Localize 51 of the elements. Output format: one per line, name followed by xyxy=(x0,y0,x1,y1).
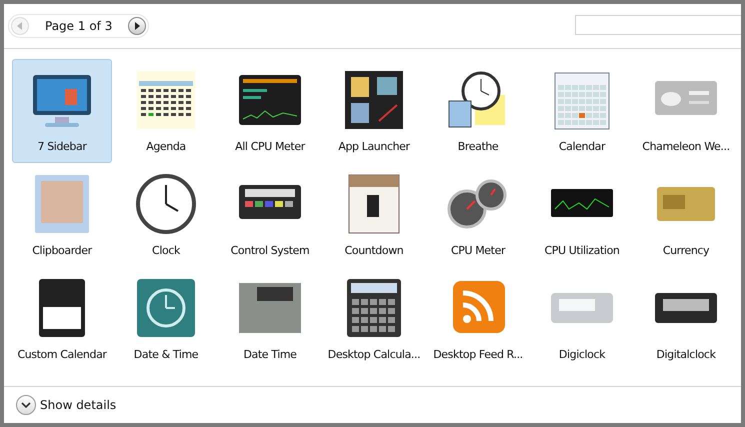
gadget-name: Clock xyxy=(152,244,180,257)
right-arrow-icon xyxy=(133,22,142,30)
show-details-label: Show details xyxy=(40,398,116,412)
page-indicator: Page 1 of 3 xyxy=(44,19,114,33)
gadget-name: CPU Meter xyxy=(450,244,506,257)
gadget-name: 7 Sidebar xyxy=(38,140,86,153)
gadget-tile[interactable]: Clipboarder xyxy=(12,163,112,267)
gadget-name: All CPU Meter xyxy=(235,140,305,153)
gadget-tile[interactable]: Date & Time xyxy=(116,267,216,371)
gadget-tile[interactable]: Desktop Calcula... xyxy=(324,267,424,371)
gadget-tile[interactable]: Control System xyxy=(220,163,320,267)
gadget-name: Agenda xyxy=(146,140,186,153)
gadget-tile[interactable]: Desktop Feed R... xyxy=(428,267,528,371)
gadget-tile[interactable]: Clock xyxy=(116,163,216,267)
gadget-name: Calendar xyxy=(558,140,606,153)
gadget-tile[interactable]: Calendar xyxy=(532,59,632,163)
gadget-name: Countdown xyxy=(344,244,404,257)
gadget-tile[interactable]: Custom Calendar xyxy=(12,267,112,371)
gadget-name: Breathe xyxy=(458,140,498,153)
chevron-icon xyxy=(21,401,31,409)
clock-icon xyxy=(133,173,199,235)
gadget-name: Digitalclock xyxy=(656,348,716,361)
gadget-tile[interactable]: CPU Utilization xyxy=(532,163,632,267)
left-arrow-icon xyxy=(16,22,24,30)
gadget-name: Desktop Calcula... xyxy=(328,348,420,361)
gadget-name: Custom Calendar xyxy=(17,348,107,361)
gadget-tile[interactable]: Date Time xyxy=(220,267,320,371)
gadget-tile[interactable]: CPU Meter xyxy=(428,163,528,267)
gadget-name: Chameleon We... xyxy=(642,140,730,153)
gadget-name: Currency xyxy=(662,244,710,257)
gadget-tile[interactable]: Breathe xyxy=(428,59,528,163)
gadget-tile[interactable]: Currency xyxy=(636,163,736,267)
gadget-tile[interactable]: Digitalclock xyxy=(636,267,736,371)
gadget-name: Clipboarder xyxy=(32,244,92,257)
gadget-tile[interactable]: All CPU Meter xyxy=(220,59,320,163)
gadget-name: Control System xyxy=(230,244,310,257)
gadget-tile[interactable]: Countdown xyxy=(324,163,424,267)
gadget-tile[interactable]: 7 Sidebar xyxy=(12,59,112,163)
gadget-name: Digiclock xyxy=(558,348,606,361)
gadget-tile[interactable]: Chameleon We... xyxy=(636,59,736,163)
gadget-name: App Launcher xyxy=(338,140,410,153)
gadget-name: Date & Time xyxy=(134,348,198,361)
gadget-tile[interactable]: App Launcher xyxy=(324,59,424,163)
gadget-tile[interactable]: Agenda xyxy=(116,59,216,163)
expand-button[interactable] xyxy=(16,395,36,415)
search-field[interactable] xyxy=(575,15,741,35)
gadget-tile[interactable]: Digiclock xyxy=(532,267,632,371)
gadget-name: CPU Utilization xyxy=(544,244,620,257)
gadget-name: Date Time xyxy=(243,348,297,361)
next-page-button[interactable] xyxy=(128,17,146,35)
gadget-name: Desktop Feed R... xyxy=(433,348,523,361)
